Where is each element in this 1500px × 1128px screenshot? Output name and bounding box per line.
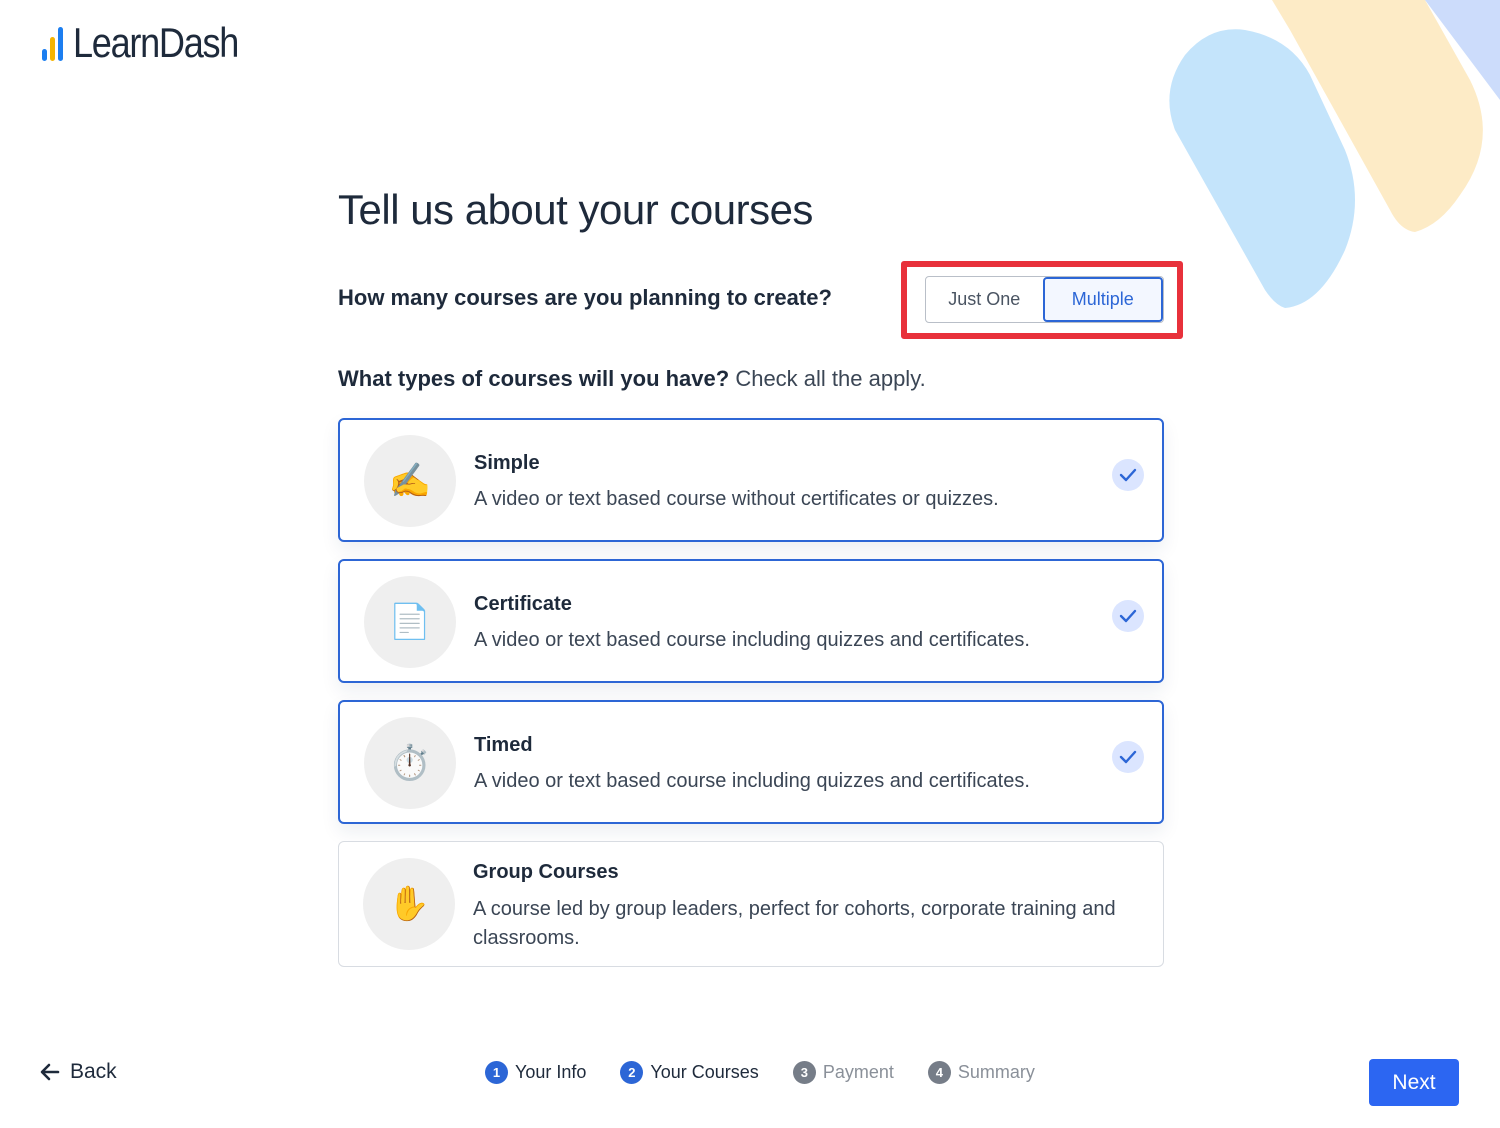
logo-text: LearnDash	[73, 19, 239, 66]
page-title: Tell us about your courses	[338, 186, 813, 233]
card-title: Group Courses	[473, 861, 619, 883]
back-button[interactable]: Back	[40, 1060, 117, 1084]
logo-bar	[58, 27, 63, 61]
learndash-logo: LearnDash	[42, 22, 265, 64]
card-title: Timed	[474, 734, 533, 756]
course-types-question-bold: What types of courses will you have?	[338, 366, 730, 391]
step-payment: 3 Payment	[792, 1061, 894, 1084]
course-type-card-timed[interactable]: ⏱️ Timed A video or text based course in…	[338, 700, 1164, 824]
step-label: Payment	[822, 1062, 894, 1082]
step-number: 1	[485, 1061, 508, 1084]
raised-hand-icon: ✋	[363, 858, 455, 950]
step-summary: 4 Summary	[927, 1061, 1035, 1084]
step-label: Your Courses	[650, 1062, 759, 1082]
step-label: Your Info	[515, 1062, 587, 1082]
course-type-card-group[interactable]: ✋ Group Courses A course led by group le…	[338, 841, 1164, 967]
decorative-shapes	[1169, 0, 1500, 309]
logo-bars-icon	[42, 26, 63, 64]
course-count-toggle: Just One Multiple	[925, 276, 1164, 323]
step-your-courses: 2 Your Courses	[620, 1061, 759, 1084]
card-title: Certificate	[474, 593, 572, 615]
course-type-card-certificate[interactable]: 📄 Certificate A video or text based cour…	[338, 559, 1164, 683]
course-types-question-hint: Check all the apply.	[729, 366, 926, 391]
step-your-info: 1 Your Info	[485, 1061, 586, 1084]
step-label: Summary	[957, 1062, 1035, 1082]
step-number: 4	[927, 1061, 951, 1084]
course-types-question: What types of courses will you have? Che…	[338, 366, 926, 392]
card-title: Simple	[474, 452, 540, 474]
card-description: A video or text based course including q…	[474, 770, 1030, 792]
logo-bar	[42, 49, 47, 61]
card-description: A video or text based course including q…	[474, 629, 1030, 651]
checkmark-icon	[1112, 600, 1144, 632]
back-label: Back	[70, 1060, 117, 1083]
course-count-question: How many courses are you planning to cre…	[338, 285, 832, 310]
stopwatch-icon: ⏱️	[364, 717, 456, 809]
next-button[interactable]: Next	[1369, 1059, 1459, 1106]
writing-hand-icon: ✍️	[364, 435, 456, 527]
checkmark-icon	[1112, 741, 1144, 773]
card-description: A course led by group leaders, perfect f…	[473, 898, 1116, 949]
card-description: A video or text based course without cer…	[474, 488, 999, 510]
arrow-left-icon	[40, 1063, 60, 1081]
just-one-option[interactable]: Just One	[926, 277, 1043, 322]
progress-steps: 1 Your Info 2 Your Courses 3 Payment 4 S…	[485, 1061, 1035, 1084]
course-type-card-simple[interactable]: ✍️ Simple A video or text based course w…	[338, 418, 1164, 542]
multiple-option[interactable]: Multiple	[1042, 277, 1163, 322]
step-number: 3	[792, 1061, 816, 1084]
step-number: 2	[620, 1061, 644, 1084]
logo-bar	[50, 37, 55, 61]
document-icon: 📄	[364, 576, 456, 668]
checkmark-icon	[1112, 459, 1144, 491]
